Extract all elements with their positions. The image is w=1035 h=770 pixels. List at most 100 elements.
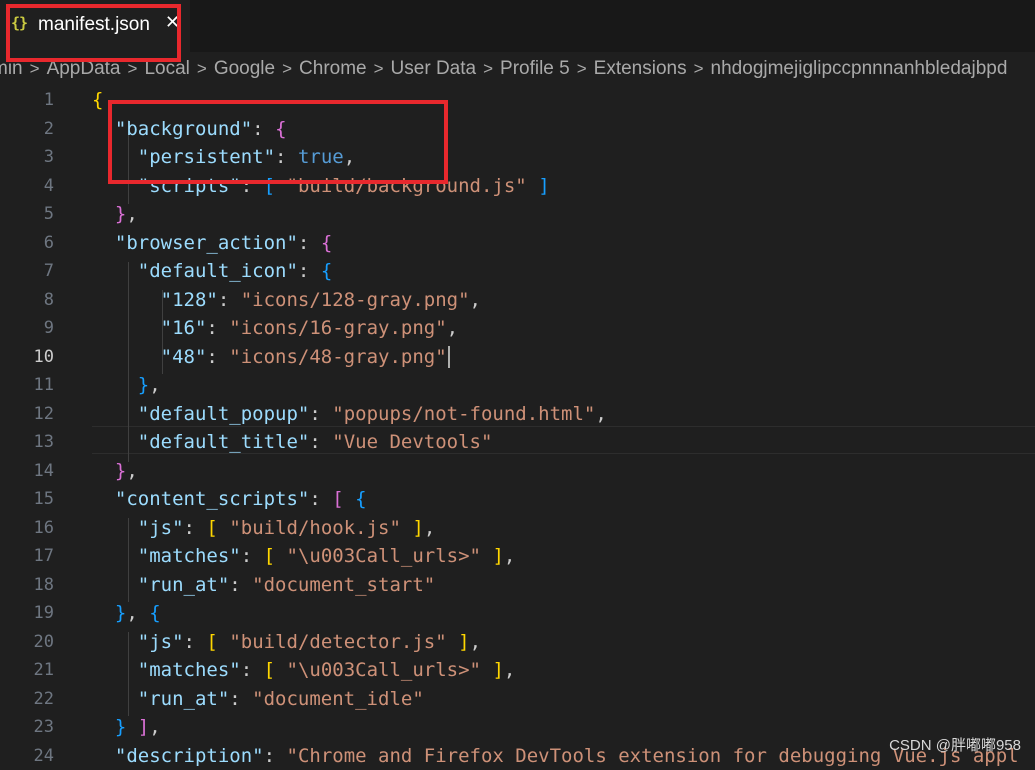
code-token: "popups/not-found.html" — [332, 402, 596, 425]
chevron-right-icon: > — [576, 59, 587, 78]
code-token: { — [92, 89, 104, 111]
code-token: : — [309, 402, 333, 425]
line-number: 10 — [33, 346, 54, 367]
code-token: "build/detector.js" — [229, 630, 447, 653]
code-line: 15 "content_scripts": [ { — [0, 485, 1035, 513]
code-token: "matches" — [137, 659, 241, 681]
code-token: ] — [412, 516, 424, 539]
code-text: }, — [92, 371, 161, 399]
code-token: "default_title" — [137, 431, 310, 453]
code-text: "js": [ "build/detector.js" ], — [92, 628, 481, 656]
breadcrumb-item[interactable]: Google — [214, 58, 275, 79]
line-number: 6 — [43, 232, 54, 253]
code-token: { — [320, 260, 333, 282]
breadcrumb-item[interactable]: Profile 5 — [500, 58, 570, 79]
line-number: 14 — [33, 460, 54, 481]
code-text: } ], — [92, 713, 161, 741]
line-number: 7 — [43, 261, 54, 281]
line-number: 11 — [33, 375, 54, 395]
code-token: , — [446, 317, 459, 339]
code-token: "browser_action" — [114, 231, 298, 254]
code-token: "document_idle" — [252, 687, 424, 710]
code-editor[interactable]: 1{2 "background": {3 "persistent": true,… — [0, 86, 1035, 767]
code-token: : — [309, 431, 333, 453]
code-token: { — [355, 488, 367, 510]
code-token: "icons/16-gray.png" — [229, 317, 447, 339]
breadcrumb-item[interactable]: Chrome — [299, 58, 367, 79]
code-token: , — [423, 516, 436, 539]
code-token: "\u003Call_urls>" — [286, 545, 481, 567]
code-token: "js" — [137, 630, 184, 653]
chevron-right-icon: > — [373, 59, 384, 78]
code-token: : — [229, 687, 253, 710]
code-line: 9 "16": "icons/16-gray.png", — [0, 314, 1035, 342]
code-line: 22 "run_at": "document_idle" — [0, 685, 1035, 713]
code-token: : — [240, 545, 264, 567]
code-token: ] — [458, 630, 470, 653]
code-text: "js": [ "build/hook.js" ], — [92, 514, 436, 542]
code-token: : — [240, 659, 264, 681]
code-token: , — [126, 459, 138, 482]
code-token: : — [297, 231, 321, 254]
code-line: 11 }, — [0, 371, 1035, 399]
code-token: [ — [263, 659, 276, 681]
code-token: "js" — [137, 516, 184, 539]
code-line: 17 "matches": [ "\u003Call_urls>" ], — [0, 542, 1035, 570]
code-token: , — [503, 545, 516, 567]
breadcrumb-item[interactable]: Extensions — [594, 58, 687, 79]
code-token: "content_scripts" — [114, 488, 310, 510]
text-cursor — [447, 346, 450, 368]
code-token: , — [126, 203, 138, 225]
chevron-right-icon: > — [693, 59, 704, 78]
line-number: 12 — [33, 403, 54, 424]
code-line: 7 "default_icon": { — [0, 257, 1035, 285]
code-line: 13 "default_title": "Vue Devtools" — [0, 428, 1035, 456]
line-number: 2 — [43, 118, 54, 139]
line-number: 24 — [33, 745, 54, 766]
line-number: 3 — [43, 147, 54, 167]
code-token: ] — [492, 659, 504, 681]
code-token: } — [114, 716, 127, 738]
line-number: 19 — [33, 603, 54, 623]
code-text: }, — [92, 457, 138, 485]
line-number: 21 — [33, 660, 54, 680]
line-number: 1 — [43, 90, 54, 110]
line-number: 17 — [33, 546, 54, 566]
line-number: 8 — [43, 289, 54, 310]
code-token: "icons/48-gray.png" — [229, 345, 447, 368]
code-token: } — [137, 374, 150, 396]
code-token: ] — [538, 174, 550, 197]
code-token: , — [469, 630, 482, 653]
code-token: , — [503, 659, 516, 681]
breadcrumb-item[interactable]: User Data — [391, 58, 477, 79]
code-line: 19 }, { — [0, 599, 1035, 627]
code-line: 18 "run_at": "document_start" — [0, 571, 1035, 599]
code-token: [ — [263, 545, 276, 567]
code-token: "Vue Devtools" — [332, 431, 493, 453]
code-token: "document_start" — [252, 573, 436, 596]
breadcrumb-item[interactable]: nhdogjmejiglipccpnnnanhbledajbpd — [711, 58, 1008, 79]
code-text: "content_scripts": [ { — [92, 485, 367, 513]
code-token: "default_icon" — [137, 260, 298, 282]
code-token: "description" — [114, 744, 264, 767]
line-number: 15 — [33, 489, 54, 509]
code-token: [ — [206, 516, 218, 539]
line-number: 5 — [43, 204, 54, 224]
code-line: 24 "description": "Chrome and Firefox De… — [0, 742, 1035, 770]
code-token: ] — [137, 716, 150, 738]
